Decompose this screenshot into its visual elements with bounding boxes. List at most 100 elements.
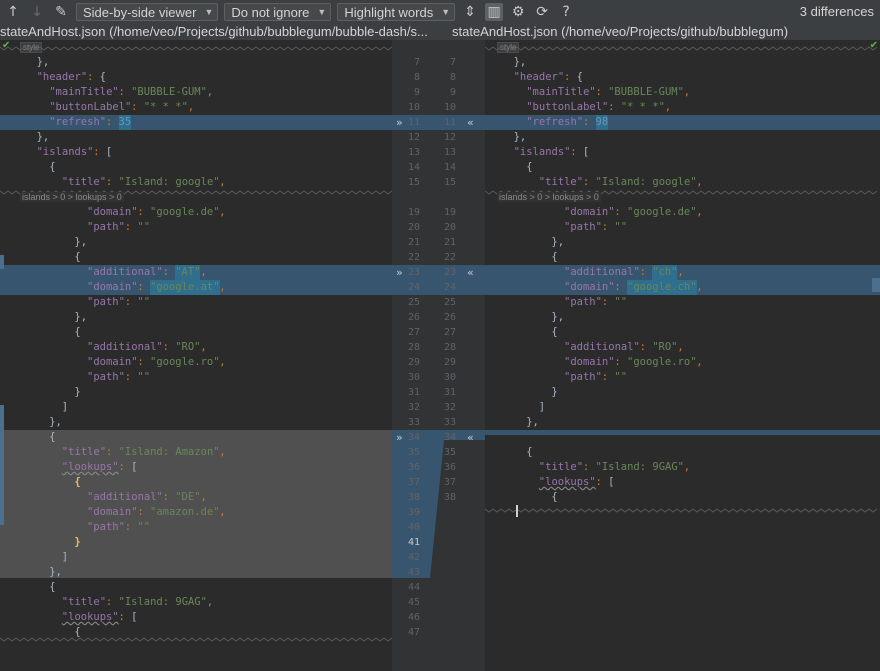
code-token: "google.ro" — [150, 356, 220, 368]
code-line: "title": "Island: google", — [0, 175, 392, 190]
viewer-dropdown[interactable]: Side-by-side viewer ▼ — [76, 3, 219, 21]
code-token: "additional" — [564, 266, 640, 278]
code-token: "RO" — [175, 341, 201, 353]
code-token: "domain" — [87, 356, 138, 368]
apply-right-icon[interactable]: « — [467, 265, 474, 280]
breadcrumb[interactable]: islands > 0 > lookups > 0 — [497, 192, 601, 202]
code-line: }, — [485, 55, 880, 70]
settings-icon[interactable]: ⚙ — [509, 3, 527, 21]
code-token: "google.ch" — [627, 280, 697, 295]
code-line: "buttonLabel": "* * *", — [0, 100, 392, 115]
code-line: { — [0, 160, 392, 175]
code-token: "domain" — [87, 206, 138, 218]
code-token: { — [74, 326, 81, 338]
line-number-right: 7 — [449, 57, 456, 68]
right-editor[interactable]: }, "header": {"mainTitle": "BUBBLE-GUM", "… — [485, 40, 880, 671]
code-line: { — [485, 490, 880, 505]
line-number-left: 47 — [407, 627, 420, 638]
apply-left-icon[interactable]: » — [396, 265, 403, 280]
line-number-right: 20 — [443, 222, 456, 233]
ignore-dropdown[interactable]: Do not ignore ▼ — [224, 3, 332, 21]
code-token: "title" — [61, 446, 107, 458]
viewer-dropdown-label: Side-by-side viewer — [83, 4, 197, 20]
scroll-marker — [872, 278, 880, 292]
code-token: : — [614, 281, 628, 293]
code-token: , — [696, 281, 703, 293]
diff-count: 3 differences — [799, 4, 874, 19]
left-editor[interactable]: }, "header": {"mainTitle": "BUBBLE-GUM", "… — [0, 40, 392, 671]
line-number-right: 32 — [443, 402, 456, 413]
breadcrumb[interactable]: islands > 0 > lookups > 0 — [20, 192, 124, 202]
code-token: "islands" — [513, 146, 571, 158]
code-line: "path": "" — [0, 295, 392, 310]
sync-scroll-icon[interactable]: ⟳ — [533, 3, 551, 21]
line-number-right: 37 — [443, 477, 456, 488]
line-number-left: 44 — [407, 582, 420, 593]
code-line: "title": "Island: google", — [485, 175, 880, 190]
apply-left-icon[interactable]: » — [396, 430, 403, 445]
code-line: "path": "" — [0, 370, 392, 385]
code-line: "domain": "google.ro", — [0, 355, 392, 370]
apply-left-icon[interactable]: » — [396, 115, 403, 130]
line-number-right: 33 — [443, 417, 456, 428]
line-number-right: 29 — [443, 357, 456, 368]
code-token: , — [664, 101, 672, 113]
help-icon[interactable]: ? — [557, 3, 575, 21]
code-token: }, — [526, 416, 539, 428]
code-token: "path" — [87, 521, 125, 533]
code-token: : — [162, 266, 176, 278]
line-number-right: 10 — [443, 102, 456, 113]
line-number-left: 33 — [407, 417, 420, 428]
collapse-icon[interactable]: ⇕ — [461, 3, 479, 21]
code-token: { — [74, 476, 81, 488]
chevron-down-icon: ▼ — [441, 7, 451, 17]
line-number-left: 9 — [413, 87, 420, 98]
change-marker — [0, 255, 4, 269]
code-line: } — [485, 385, 880, 400]
code-token: , — [683, 86, 691, 98]
code-token: ] — [61, 401, 69, 413]
code-line: "title": "Island: Amazon", — [0, 445, 392, 460]
code-line: "additional": "ch", — [485, 265, 880, 280]
code-line: { — [0, 580, 392, 595]
code-token: "additional" — [87, 341, 163, 353]
code-token: , — [683, 461, 691, 473]
line-number-left: 20 — [407, 222, 420, 233]
code-token: : — [162, 341, 176, 353]
code-token: : — [137, 506, 151, 518]
code-token: "BUBBLE-GUM" — [608, 86, 684, 98]
line-number-left: 43 — [407, 567, 420, 578]
code-token: : — [105, 176, 119, 188]
arrow-up-icon[interactable]: ↑ — [4, 3, 22, 21]
arrow-down-icon[interactable]: ↓ — [28, 3, 46, 21]
apply-right-icon[interactable]: « — [467, 115, 474, 130]
code-token: [ — [608, 476, 615, 488]
apply-right-icon[interactable]: « — [467, 430, 474, 445]
line-number-left: 21 — [407, 237, 420, 248]
code-line: }, — [485, 310, 880, 325]
code-token: "path" — [87, 296, 125, 308]
code-token: 35 — [118, 115, 132, 130]
code-token: "Island: 9GAG" — [595, 461, 685, 473]
code-token: : — [124, 521, 138, 533]
side-by-side-icon[interactable]: ▥ — [485, 3, 504, 21]
ignore-dropdown-label: Do not ignore — [231, 4, 310, 20]
line-number-left: 22 — [407, 252, 420, 263]
line-number-right: 9 — [449, 87, 456, 98]
code-token: "title" — [61, 176, 107, 188]
code-token: : — [639, 341, 653, 353]
code-line: "lookups": [ — [0, 460, 392, 475]
line-number-left: 12 — [407, 132, 420, 143]
edit-icon[interactable]: ✎ — [52, 3, 70, 21]
code-token: : — [601, 371, 615, 383]
code-token: [ — [131, 611, 138, 623]
code-token: "domain" — [87, 281, 138, 293]
line-number-right: 35 — [443, 447, 456, 458]
code-line: "islands": [ — [0, 145, 392, 160]
code-line: "mainTitle": "BUBBLE-GUM", — [485, 85, 880, 100]
code-line: { — [485, 160, 880, 175]
code-line: "domain": "google.de", — [485, 205, 880, 220]
code-token: , — [219, 446, 226, 458]
code-token: , — [219, 506, 226, 518]
highlight-dropdown[interactable]: Highlight words ▼ — [337, 3, 456, 21]
